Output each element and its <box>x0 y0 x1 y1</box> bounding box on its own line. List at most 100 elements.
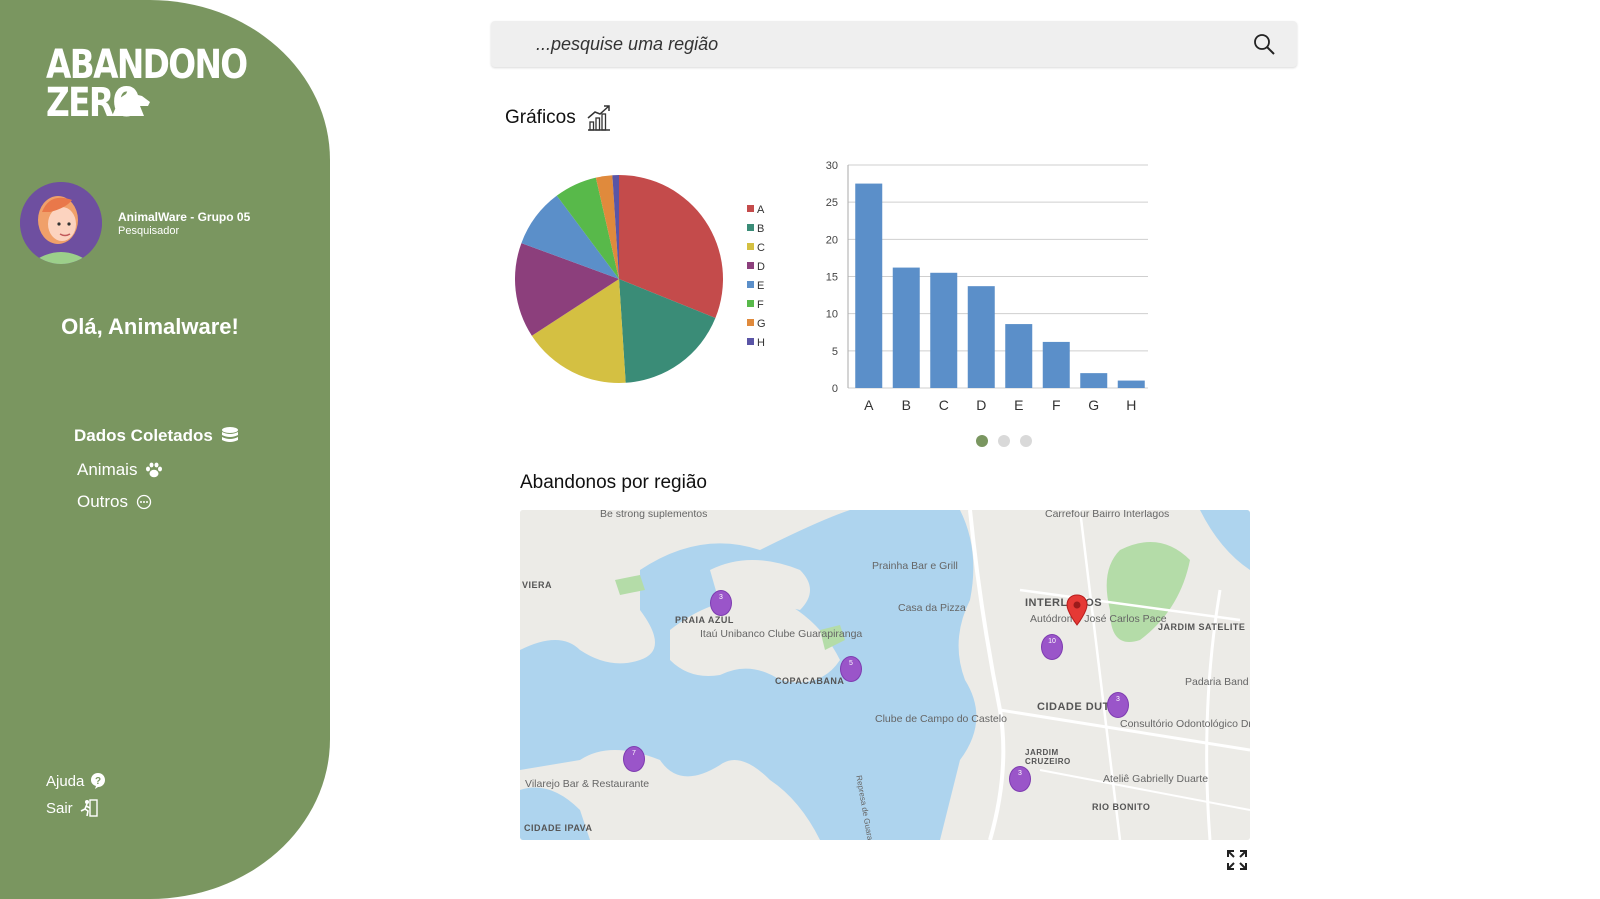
poi-consultorio[interactable]: Consultório Odontológico Dra... <box>1120 718 1250 730</box>
poi-vilarejo[interactable]: Vilarejo Bar & Restaurante <box>525 778 649 790</box>
bar-e <box>1005 324 1033 388</box>
legend-label-f: F <box>757 299 764 311</box>
map-title-label: Abandonos por região <box>520 472 707 493</box>
carousel-dot-1[interactable] <box>976 435 988 447</box>
legend-swatch-f <box>747 300 754 307</box>
map-cluster[interactable]: 7 <box>623 746 645 772</box>
poi-padaria[interactable]: Padaria Band <box>1185 676 1249 688</box>
x-tick-label: F <box>1052 397 1061 413</box>
legend-label-e: E <box>757 280 764 292</box>
nav-animais[interactable]: Animais <box>77 460 239 480</box>
nav-sair[interactable]: Sair <box>46 798 106 818</box>
area-viera: VIERA <box>522 580 553 590</box>
help-icon: ? <box>91 773 106 789</box>
legend-swatch-c <box>747 243 754 250</box>
charts-title-label: Gráficos <box>505 107 576 128</box>
y-tick-label: 15 <box>826 272 838 284</box>
bar-b <box>892 267 920 388</box>
poi-prainha[interactable]: Prainha Bar e Grill <box>872 560 958 572</box>
legend-label-b: B <box>757 223 764 235</box>
legend-label-h: H <box>757 337 765 349</box>
user-profile[interactable]: AnimalWare - Grupo 05 Pesquisador <box>20 182 250 264</box>
bar-a <box>855 183 883 388</box>
legend-swatch-b <box>747 224 754 231</box>
nav-ajuda-label: Ajuda <box>46 772 85 790</box>
x-tick-label: A <box>864 397 874 413</box>
poi-itau-clube[interactable]: Itaú Unibanco Clube Guarapiranga <box>700 628 862 640</box>
brand-line-1: ABANDONO <box>46 42 248 88</box>
map-cluster[interactable]: 3 <box>1009 766 1031 792</box>
paw-icon <box>146 462 163 478</box>
legend-label-d: D <box>757 261 765 273</box>
user-name: AnimalWare - Grupo 05 <box>118 209 251 224</box>
greeting: Olá, Animalware! <box>61 314 239 339</box>
nav-sair-label: Sair <box>46 799 73 817</box>
map-cluster[interactable]: 10 <box>1041 634 1063 660</box>
x-tick-label: G <box>1088 397 1099 413</box>
area-rio-bonito: RIO BONITO <box>1092 802 1151 812</box>
location-pin-icon[interactable] <box>1065 594 1089 626</box>
y-tick-label: 25 <box>826 197 838 209</box>
bar-d <box>967 286 995 388</box>
region-map[interactable]: Be strong suplementos Carrefour Bairro I… <box>520 510 1250 840</box>
legend-swatch-h <box>747 338 754 345</box>
nav-dados-coletados[interactable]: Dados Coletados <box>74 426 239 446</box>
x-tick-label: C <box>939 397 949 413</box>
svg-text:?: ? <box>95 776 101 787</box>
legend-label-c: C <box>757 242 765 254</box>
bar-c <box>930 272 958 388</box>
y-tick-label: 10 <box>826 309 838 321</box>
map-title: Abandonos por região <box>520 472 707 494</box>
nav-ajuda[interactable]: Ajuda ? <box>46 772 106 790</box>
nav-outros[interactable]: Outros <box>77 492 239 512</box>
carousel-dots <box>976 435 1032 447</box>
carousel-dot-2[interactable] <box>998 435 1010 447</box>
growth-chart-icon <box>587 105 610 131</box>
fullscreen-icon[interactable] <box>1225 848 1249 872</box>
area-interlagos: INTERLAGOS <box>1025 597 1103 609</box>
nav-outros-label: Outros <box>77 492 129 511</box>
y-tick-label: 30 <box>826 160 838 172</box>
search-input[interactable] <box>534 32 1239 56</box>
area-jardim-cruzeiro: JARDIM CRUZEIRO <box>1025 748 1071 766</box>
poi-casa-pizza[interactable]: Casa da Pizza <box>898 602 966 614</box>
poi-carrefour[interactable]: Carrefour Bairro Interlagos <box>1045 510 1169 520</box>
brand-logo[interactable]: ABANDONO ZERO <box>46 42 248 123</box>
bar-f <box>1042 341 1070 388</box>
woman-avatar-icon <box>20 182 102 264</box>
search-bar <box>491 21 1297 67</box>
bar-h <box>1117 380 1145 388</box>
nav-animais-label: Animais <box>77 460 138 479</box>
search-button[interactable] <box>1239 21 1289 67</box>
search-icon <box>1254 34 1275 55</box>
main-nav: Dados Coletados Animais Outros <box>74 426 239 524</box>
y-tick-label: 20 <box>826 234 838 246</box>
poi-atelie[interactable]: Ateliê Gabrielly Duarte <box>1103 773 1208 785</box>
bar-chart: 0 5 10 15 20 25 30 A B C D E F G H <box>826 160 1148 413</box>
map-cluster[interactable]: 3 <box>710 590 732 616</box>
y-tick-label: 5 <box>832 346 838 358</box>
exit-icon <box>80 799 98 817</box>
nav-dados-coletados-label: Dados Coletados <box>74 426 213 445</box>
bar-g <box>1080 373 1108 388</box>
x-tick-label: H <box>1126 397 1136 413</box>
area-copacabana: COPACABANA <box>775 676 845 686</box>
area-cidade-ipava: CIDADE IPAVA <box>524 823 593 833</box>
map-cluster[interactable]: 3 <box>1107 692 1129 718</box>
legend-swatch-g <box>747 319 754 326</box>
legend-swatch-a <box>747 205 754 212</box>
poi-be-strong[interactable]: Be strong suplementos <box>600 510 707 520</box>
map-cluster[interactable]: 5 <box>840 656 862 682</box>
area-jardim-satelite: JARDIM SATELITE <box>1158 622 1246 632</box>
x-tick-label: B <box>902 397 911 413</box>
legend-swatch-d <box>747 262 754 269</box>
legend-swatch-e <box>747 281 754 288</box>
charts-title: Gráficos <box>505 104 612 132</box>
poi-clube-campo[interactable]: Clube de Campo do Castelo <box>875 713 1007 725</box>
legend-label-a: A <box>757 204 765 216</box>
user-role: Pesquisador <box>118 224 180 237</box>
legend-label-g: G <box>757 318 766 330</box>
carousel-dot-3[interactable] <box>1020 435 1032 447</box>
y-tick-label: 0 <box>832 383 838 395</box>
sidebar: ABANDONO ZERO AnimalWare - Grupo 05 Pesq… <box>0 0 330 899</box>
